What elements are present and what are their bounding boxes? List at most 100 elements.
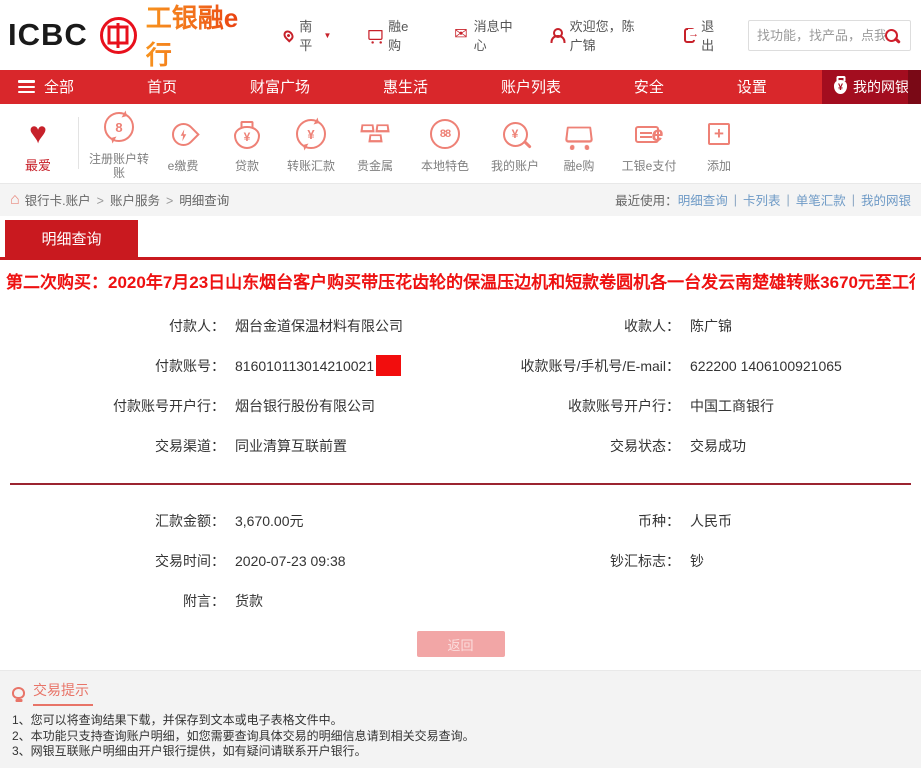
shortcut-add[interactable]: + 添加 xyxy=(687,113,751,173)
shortcut-rong-e-gou[interactable]: 融e购 xyxy=(547,113,611,173)
currency-value: 人民币 xyxy=(690,511,921,531)
redaction-box xyxy=(376,355,401,376)
payer-value: 烟台金道保温材料有限公司 xyxy=(235,316,475,336)
nav-item-security[interactable]: 安全 xyxy=(634,76,664,97)
cart-label: 融e购 xyxy=(388,16,416,54)
search-icon[interactable] xyxy=(885,29,898,42)
heart-icon: ♥ xyxy=(29,119,47,149)
brand-title: 工银融e行 xyxy=(146,0,246,72)
register-transfer-icon: 8 xyxy=(104,112,134,142)
shortcut-local-feature[interactable]: 88 本地特色 xyxy=(407,113,483,173)
amount-value: 3,670.00元 xyxy=(235,511,475,531)
payee-value: 陈广锦 xyxy=(690,316,921,336)
status-label: 交易状态： xyxy=(485,436,680,456)
tab-detail-query[interactable]: 明细查询 xyxy=(5,220,138,257)
amount-details: 汇款金额： 3,670.00元 币种： 人民币 交易时间： 2020-07-23… xyxy=(10,501,921,621)
pipe-divider: | xyxy=(734,193,737,207)
tip-item: 1、您可以将查询结果下载，并保存到文本或电子表格文件中。 xyxy=(12,713,909,729)
hamburger-menu-icon xyxy=(18,80,35,93)
payee-label: 收款人： xyxy=(485,316,680,336)
shortcut-bar: ♥ 最爱 8 注册账户转账 e缴费 ¥ 贷款 ¥ 转账汇款 贵金属 88 本地特… xyxy=(0,104,921,183)
recent-link-single-remit[interactable]: 单笔汇款 xyxy=(796,190,846,209)
shortcut-epay-fee[interactable]: e缴费 xyxy=(151,113,215,173)
search-box xyxy=(748,20,911,51)
shortcut-register-transfer[interactable]: 8 注册账户转账 xyxy=(87,106,151,180)
time-label: 交易时间： xyxy=(10,551,225,571)
tip-item: 3、网银互联账户明细由开户银行提供，如有疑问请联系开户银行。 xyxy=(12,744,909,760)
tips-list: 1、您可以将查询结果下载，并保存到文本或电子表格文件中。 2、本功能只支持查询账… xyxy=(12,713,909,760)
lightbulb-icon xyxy=(12,687,25,699)
shortcut-label: 最爱 xyxy=(6,159,70,173)
transaction-tips: 交易提示 1、您可以将查询结果下载，并保存到文本或电子表格文件中。 2、本功能只… xyxy=(0,670,921,768)
status-value: 交易成功 xyxy=(690,436,921,456)
shortcut-icbc-epay[interactable]: e 工银e支付 xyxy=(611,113,687,173)
nav-list: 全部 首页 财富广场 惠生活 账户列表 安全 设置 xyxy=(0,70,822,104)
breadcrumb-band: ⌂ 银行卡.账户>账户服务>明细查询 最近使用： 明细查询| 卡列表| 单笔汇款… xyxy=(0,183,921,216)
top-header: ICBC 工银融e行 南平 ▼ 融e购 ✉ 消息中心 欢迎您，陈广锦 退出 xyxy=(0,0,921,70)
location-label: 南平 xyxy=(299,16,318,54)
nav-label: 设置 xyxy=(737,76,767,97)
breadcrumb-separator: > xyxy=(166,194,173,208)
payer-bank-value: 烟台银行股份有限公司 xyxy=(235,396,475,416)
breadcrumb-item: 明细查询 xyxy=(179,194,229,208)
tips-title-row: 交易提示 xyxy=(12,680,909,706)
payer-label: 付款人： xyxy=(10,316,225,336)
shortcut-my-account[interactable]: ¥ 我的账户 xyxy=(483,113,547,173)
shortcut-label: 工银e支付 xyxy=(611,159,687,173)
payer-bank-label: 付款账号开户行： xyxy=(10,396,225,416)
logout-icon xyxy=(684,28,695,43)
nav-item-life[interactable]: 惠生活 xyxy=(383,76,428,97)
logout-button[interactable]: 退出 xyxy=(684,16,722,54)
tab-row: 明细查询 xyxy=(0,220,921,260)
nav-label: 惠生活 xyxy=(383,76,428,97)
pipe-divider: | xyxy=(852,193,855,207)
local-feature-icon: 88 xyxy=(430,119,460,149)
cash-flag-label: 钞汇标志： xyxy=(485,551,680,571)
breadcrumb-item[interactable]: 银行卡.账户 xyxy=(25,194,91,208)
nav-item-settings[interactable]: 设置 xyxy=(737,76,767,97)
page: ICBC 工银融e行 南平 ▼ 融e购 ✉ 消息中心 欢迎您，陈广锦 退出 xyxy=(0,0,921,768)
shortcut-loan[interactable]: ¥ 贷款 xyxy=(215,113,279,173)
recent-link-detail-query[interactable]: 明细查询 xyxy=(678,190,728,209)
loan-moneybag-icon: ¥ xyxy=(234,126,260,149)
shortcut-favorites[interactable]: ♥ 最爱 xyxy=(6,113,70,173)
message-center-link[interactable]: ✉ 消息中心 xyxy=(454,16,514,54)
nav-item-all[interactable]: 全部 xyxy=(18,76,74,97)
shortcut-label: 融e购 xyxy=(547,159,611,173)
tab-underline xyxy=(0,257,921,260)
nav-item-my-ebank[interactable]: ¥ 我的网银 xyxy=(822,70,921,104)
channel-value: 同业清算互联前置 xyxy=(235,436,475,456)
payer-account-cell: 816010113014210021 xyxy=(235,355,475,376)
shortcut-precious-metal[interactable]: 贵金属 xyxy=(343,113,407,173)
welcome-user[interactable]: 欢迎您，陈广锦 xyxy=(553,16,646,54)
epay-fee-icon xyxy=(167,118,200,151)
breadcrumb-item[interactable]: 账户服务 xyxy=(110,194,160,208)
search-input[interactable] xyxy=(757,28,885,43)
location-selector[interactable]: 南平 ▼ xyxy=(284,16,331,54)
nav-label: 财富广场 xyxy=(250,76,310,97)
location-pin-icon xyxy=(282,28,296,42)
tip-item: 2、本功能只支持查询账户明细，如您需要查询具体交易的明细信息请到相关交易查询。 xyxy=(12,729,909,745)
memo-value: 货款 xyxy=(235,591,475,611)
shortcut-label: 转账汇款 xyxy=(279,159,343,173)
nav-item-accounts[interactable]: 账户列表 xyxy=(501,76,561,97)
back-button[interactable]: 返回 xyxy=(417,631,505,657)
back-row: 返回 xyxy=(0,631,921,657)
recent-link-card-list[interactable]: 卡列表 xyxy=(743,190,781,209)
nav-label: 全部 xyxy=(44,76,74,97)
payee-bank-value: 中国工商银行 xyxy=(690,396,921,416)
memo-label: 附言： xyxy=(10,591,225,611)
breadcrumb-separator: > xyxy=(97,194,104,208)
shortcut-transfer-remit[interactable]: ¥ 转账汇款 xyxy=(279,113,343,173)
header-cart-link[interactable]: 融e购 xyxy=(369,16,416,54)
home-icon: ⌂ xyxy=(10,192,20,208)
purchase-notice: 第二次购买：2020年7月23日山东烟台客户购买带压花齿轮的保温压边机和短款卷圆… xyxy=(6,268,915,290)
account-magnifier-icon: ¥ xyxy=(503,122,528,147)
payer-account-label: 付款账号： xyxy=(10,356,225,376)
nav-item-wealth[interactable]: 财富广场 xyxy=(250,76,310,97)
nav-item-home[interactable]: 首页 xyxy=(147,76,177,97)
gold-ingots-icon xyxy=(358,124,392,144)
recent-link-my-ebank[interactable]: 我的网银 xyxy=(861,190,911,209)
section-divider xyxy=(10,483,911,486)
time-value: 2020-07-23 09:38 xyxy=(235,553,475,569)
